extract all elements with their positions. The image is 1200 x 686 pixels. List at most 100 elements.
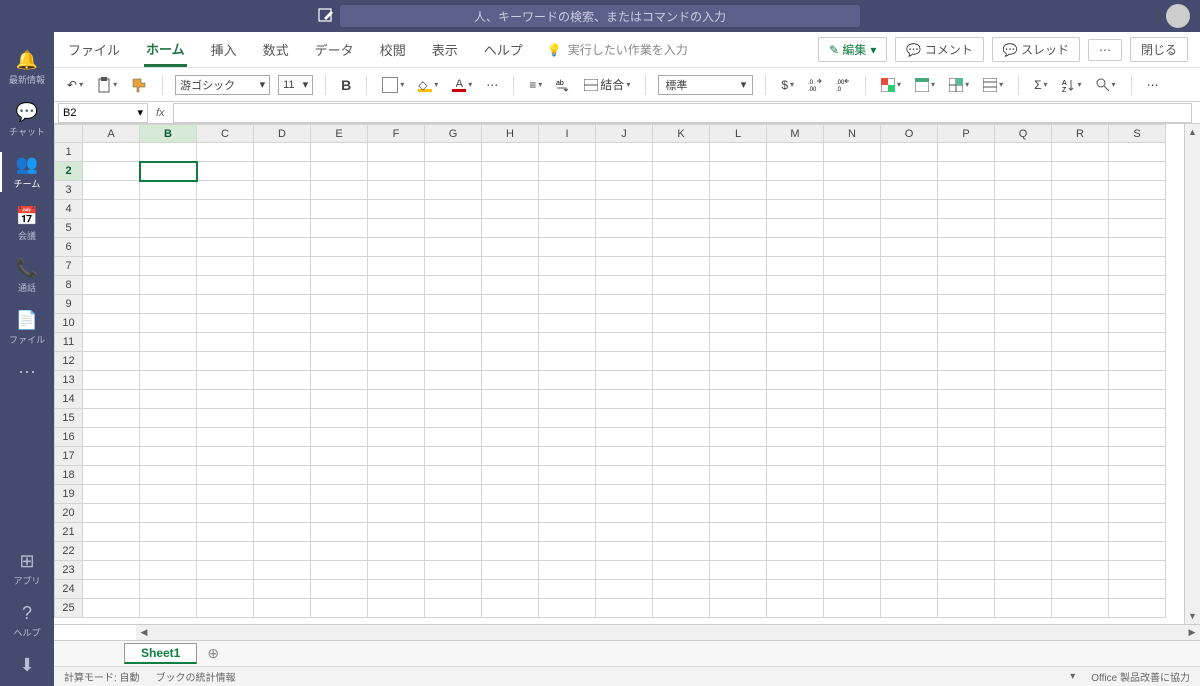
cell-E22[interactable] bbox=[311, 542, 368, 561]
cell-Q8[interactable] bbox=[995, 276, 1052, 295]
more-font-button[interactable]: ⋯ bbox=[483, 76, 501, 94]
cell-Q24[interactable] bbox=[995, 580, 1052, 599]
cell-P1[interactable] bbox=[938, 143, 995, 162]
cell-M11[interactable] bbox=[767, 333, 824, 352]
cell-B5[interactable] bbox=[140, 219, 197, 238]
cell-K17[interactable] bbox=[653, 447, 710, 466]
cell-J1[interactable] bbox=[596, 143, 653, 162]
cell-I23[interactable] bbox=[539, 561, 596, 580]
cell-I19[interactable] bbox=[539, 485, 596, 504]
cell-Q13[interactable] bbox=[995, 371, 1052, 390]
cell-N25[interactable] bbox=[824, 599, 881, 618]
cell-R25[interactable] bbox=[1052, 599, 1109, 618]
cell-F7[interactable] bbox=[368, 257, 425, 276]
cell-P15[interactable] bbox=[938, 409, 995, 428]
cell-P17[interactable] bbox=[938, 447, 995, 466]
cell-C14[interactable] bbox=[197, 390, 254, 409]
cell-P6[interactable] bbox=[938, 238, 995, 257]
cell-E16[interactable] bbox=[311, 428, 368, 447]
cell-K20[interactable] bbox=[653, 504, 710, 523]
row-header-7[interactable]: 7 bbox=[55, 257, 83, 276]
cell-H8[interactable] bbox=[482, 276, 539, 295]
cell-I5[interactable] bbox=[539, 219, 596, 238]
cell-Q7[interactable] bbox=[995, 257, 1052, 276]
cell-I14[interactable] bbox=[539, 390, 596, 409]
cell-C21[interactable] bbox=[197, 523, 254, 542]
cell-N4[interactable] bbox=[824, 200, 881, 219]
cell-G25[interactable] bbox=[425, 599, 482, 618]
cell-S13[interactable] bbox=[1109, 371, 1166, 390]
cell-L5[interactable] bbox=[710, 219, 767, 238]
cell-E11[interactable] bbox=[311, 333, 368, 352]
cell-L6[interactable] bbox=[710, 238, 767, 257]
cell-G24[interactable] bbox=[425, 580, 482, 599]
cell-P20[interactable] bbox=[938, 504, 995, 523]
cell-J7[interactable] bbox=[596, 257, 653, 276]
cell-F20[interactable] bbox=[368, 504, 425, 523]
cell-M10[interactable] bbox=[767, 314, 824, 333]
cell-B3[interactable] bbox=[140, 181, 197, 200]
cell-O20[interactable] bbox=[881, 504, 938, 523]
scroll-right-button[interactable]: ▶ bbox=[1184, 627, 1200, 638]
cell-G21[interactable] bbox=[425, 523, 482, 542]
cell-S23[interactable] bbox=[1109, 561, 1166, 580]
cell-F5[interactable] bbox=[368, 219, 425, 238]
cell-K3[interactable] bbox=[653, 181, 710, 200]
cell-N15[interactable] bbox=[824, 409, 881, 428]
cell-D2[interactable] bbox=[254, 162, 311, 181]
cell-N6[interactable] bbox=[824, 238, 881, 257]
cell-Q15[interactable] bbox=[995, 409, 1052, 428]
cell-P8[interactable] bbox=[938, 276, 995, 295]
cell-S19[interactable] bbox=[1109, 485, 1166, 504]
cell-Q4[interactable] bbox=[995, 200, 1052, 219]
cell-D6[interactable] bbox=[254, 238, 311, 257]
cell-N21[interactable] bbox=[824, 523, 881, 542]
cell-S22[interactable] bbox=[1109, 542, 1166, 561]
scroll-up-button[interactable]: ▲ bbox=[1185, 124, 1200, 140]
cell-D17[interactable] bbox=[254, 447, 311, 466]
cell-A12[interactable] bbox=[83, 352, 140, 371]
cell-N5[interactable] bbox=[824, 219, 881, 238]
col-header-J[interactable]: J bbox=[596, 125, 653, 143]
cell-N17[interactable] bbox=[824, 447, 881, 466]
cell-I22[interactable] bbox=[539, 542, 596, 561]
cell-G7[interactable] bbox=[425, 257, 482, 276]
cell-O19[interactable] bbox=[881, 485, 938, 504]
cell-C8[interactable] bbox=[197, 276, 254, 295]
cell-A9[interactable] bbox=[83, 295, 140, 314]
col-header-N[interactable]: N bbox=[824, 125, 881, 143]
cell-C6[interactable] bbox=[197, 238, 254, 257]
cell-O10[interactable] bbox=[881, 314, 938, 333]
cell-C3[interactable] bbox=[197, 181, 254, 200]
cell-E6[interactable] bbox=[311, 238, 368, 257]
cell-N7[interactable] bbox=[824, 257, 881, 276]
cell-H19[interactable] bbox=[482, 485, 539, 504]
row-header-22[interactable]: 22 bbox=[55, 542, 83, 561]
cell-G12[interactable] bbox=[425, 352, 482, 371]
cell-Q25[interactable] bbox=[995, 599, 1052, 618]
vertical-scrollbar[interactable]: ▲ ▼ bbox=[1184, 124, 1200, 624]
cell-Q12[interactable] bbox=[995, 352, 1052, 371]
cell-J17[interactable] bbox=[596, 447, 653, 466]
cell-D15[interactable] bbox=[254, 409, 311, 428]
cell-P5[interactable] bbox=[938, 219, 995, 238]
cell-L12[interactable] bbox=[710, 352, 767, 371]
cell-Q18[interactable] bbox=[995, 466, 1052, 485]
cell-F16[interactable] bbox=[368, 428, 425, 447]
cell-G5[interactable] bbox=[425, 219, 482, 238]
cell-O1[interactable] bbox=[881, 143, 938, 162]
cell-H21[interactable] bbox=[482, 523, 539, 542]
row-header-9[interactable]: 9 bbox=[55, 295, 83, 314]
font-select[interactable]: 游ゴシック▾ bbox=[175, 75, 270, 95]
cell-R9[interactable] bbox=[1052, 295, 1109, 314]
cell-L10[interactable] bbox=[710, 314, 767, 333]
cell-J24[interactable] bbox=[596, 580, 653, 599]
cell-E23[interactable] bbox=[311, 561, 368, 580]
sheet-tab[interactable]: Sheet1 bbox=[124, 643, 197, 664]
cell-J2[interactable] bbox=[596, 162, 653, 181]
formula-bar[interactable] bbox=[173, 103, 1192, 123]
row-header-5[interactable]: 5 bbox=[55, 219, 83, 238]
cell-S16[interactable] bbox=[1109, 428, 1166, 447]
cell-H22[interactable] bbox=[482, 542, 539, 561]
cell-H20[interactable] bbox=[482, 504, 539, 523]
